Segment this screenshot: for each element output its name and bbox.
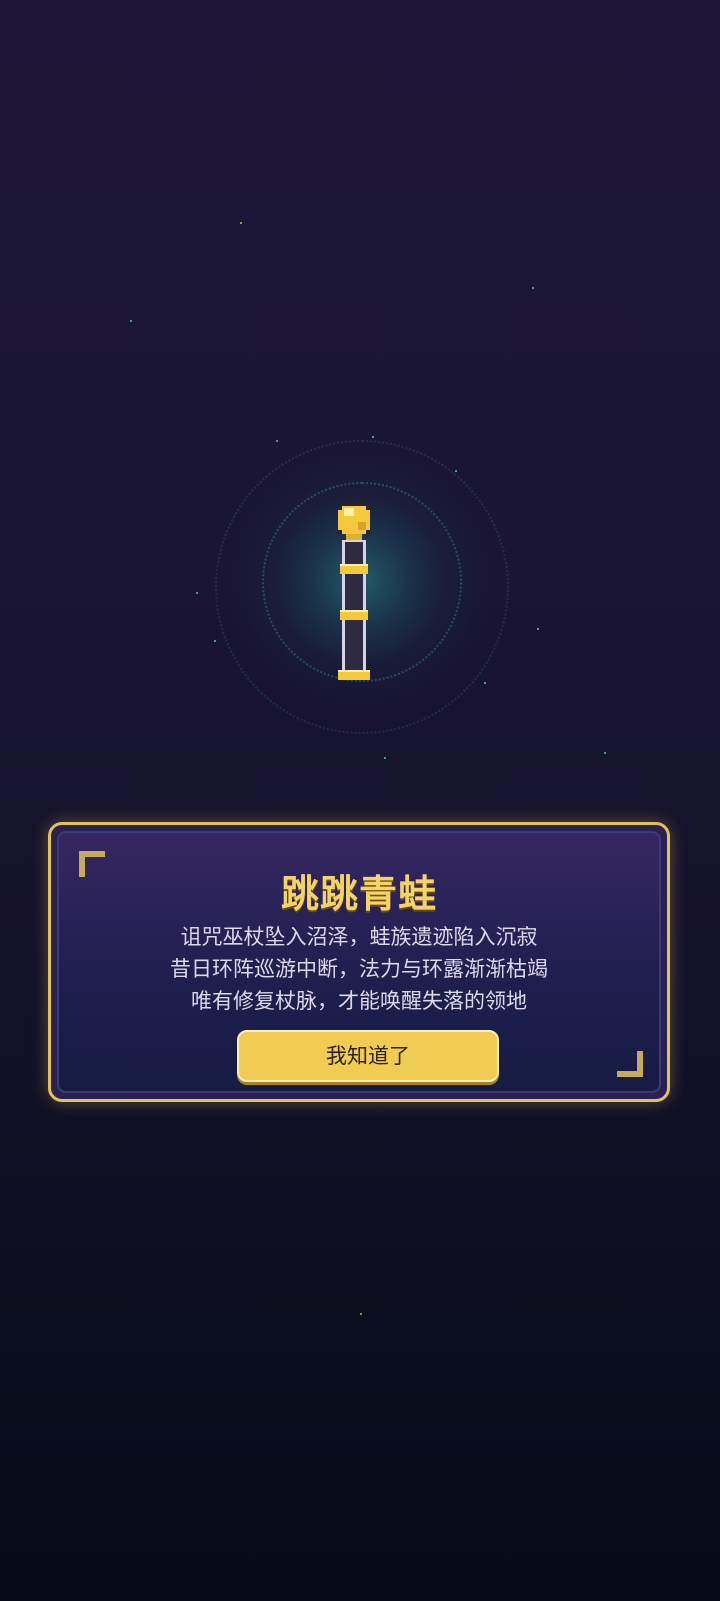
confirm-button[interactable]: 我知道了 [237, 1030, 499, 1082]
star-particle [196, 592, 198, 594]
star-particle [537, 628, 539, 630]
star-particle [214, 640, 216, 642]
story-text: 诅咒巫杖坠入沼泽，蛙族遗迹陷入沉寂 昔日环阵巡游中断，法力与环露渐渐枯竭 唯有修… [59, 921, 659, 1017]
star-particle [240, 222, 242, 224]
golden-staff-icon [330, 498, 390, 683]
story-line: 唯有修复杖脉，才能唤醒失落的领地 [191, 989, 527, 1013]
star-particle [276, 440, 278, 442]
dialog-panel: 跳跳青蛙 诅咒巫杖坠入沼泽，蛙族遗迹陷入沉寂 昔日环阵巡游中断，法力与环露渐渐枯… [57, 831, 661, 1093]
game-screen: { "dialog": { "title": "跳跳青蛙", "story_li… [0, 0, 720, 1601]
dialog-title: 跳跳青蛙 [280, 872, 437, 916]
star-particle [532, 287, 534, 289]
star-particle [604, 752, 606, 754]
star-particle [360, 1313, 362, 1315]
story-line: 诅咒巫杖坠入沼泽，蛙族遗迹陷入沉寂 [180, 925, 538, 949]
star-particle [130, 320, 132, 322]
star-particle [484, 682, 486, 684]
corner-bracket-icon [617, 1051, 643, 1077]
story-dialog: 跳跳青蛙 诅咒巫杖坠入沼泽，蛙族遗迹陷入沉寂 昔日环阵巡游中断，法力与环露渐渐枯… [48, 822, 670, 1102]
star-particle [384, 757, 386, 759]
story-line: 昔日环阵巡游中断，法力与环露渐渐枯竭 [170, 957, 548, 981]
